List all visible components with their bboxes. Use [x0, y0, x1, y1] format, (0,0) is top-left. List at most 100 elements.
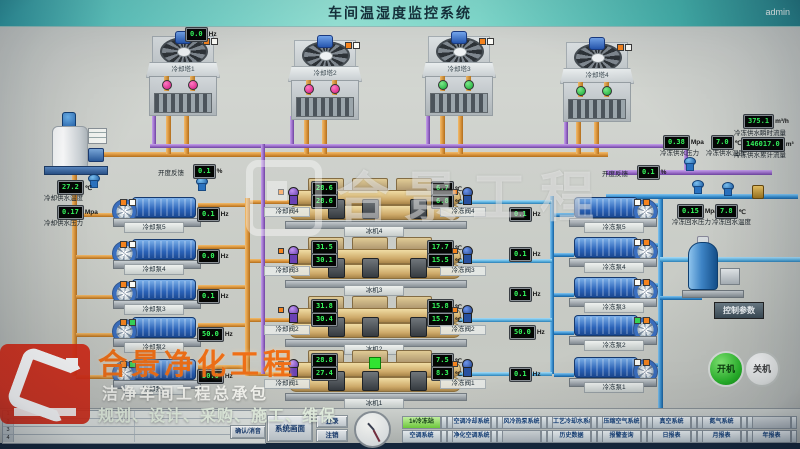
nav-chiller-station[interactable]: 1#冷冻站 — [402, 416, 441, 429]
decor: Mpa — [691, 139, 704, 146]
nav-nitrogen-system[interactable]: 氮气系统 — [702, 416, 741, 429]
pump-status-lights — [120, 319, 136, 326]
nav-indicator[interactable] — [791, 430, 797, 443]
tank-base — [682, 290, 744, 298]
control-params-button[interactable]: 控制参数 — [714, 302, 764, 319]
decor — [353, 42, 360, 49]
nav-daily-report[interactable]: 日报表 — [652, 430, 691, 443]
pump-motor — [574, 277, 638, 298]
nav-ac-cooling-system[interactable]: 空调冷却系统 — [452, 416, 491, 429]
pump-motor — [574, 315, 638, 336]
logged-in-user: admin — [765, 7, 790, 17]
nav-monthly-report[interactable]: 月报表 — [702, 430, 741, 443]
tower-valve-icon — [190, 76, 195, 91]
decor: 0.1 — [510, 368, 531, 381]
decor: m³ — [786, 141, 794, 148]
nav-vacuum-system[interactable]: 真空系统 — [652, 416, 691, 429]
cooling-tower-2[interactable]: 冷却塔2 — [288, 40, 360, 118]
decor — [643, 279, 650, 286]
chilled-valve-1[interactable] — [460, 359, 473, 376]
logout-button[interactable]: 注销 — [316, 429, 348, 442]
alarm-table[interactable]: 1 2 3 4 — [2, 410, 266, 444]
cooling-valve-2[interactable] — [286, 305, 299, 322]
stop-button[interactable]: 关机 — [744, 351, 780, 387]
cooling-tower-4[interactable]: 冷却塔4 — [560, 42, 632, 120]
nav-history-data[interactable]: 历史数据 — [552, 430, 591, 443]
pipe-segment — [658, 194, 663, 428]
decor: 15.8 — [428, 300, 453, 313]
nav-ac-system[interactable]: 空调系统 — [402, 430, 441, 443]
decor: 0.1 — [198, 290, 219, 303]
decor: ℃ — [735, 139, 742, 147]
cooling-valve-4[interactable] — [286, 187, 299, 204]
cooling-valve-2-label: 冷却阀2 — [264, 325, 310, 335]
alarm-row-number: 4 — [3, 435, 14, 442]
cooling-pump-4-frequency: 0.0Hz — [198, 250, 229, 263]
makeup-water-tank[interactable] — [44, 112, 108, 174]
decor — [591, 53, 605, 63]
decor: 31.8 — [312, 300, 337, 313]
decor — [14, 435, 135, 442]
nav-yearly-report[interactable]: 年报表 — [752, 430, 791, 443]
decor: Hz — [221, 211, 229, 218]
nav-indicator[interactable] — [791, 416, 797, 429]
nav-process-cooling-system[interactable]: 工艺冷却水系统 — [552, 416, 591, 429]
decor — [120, 361, 127, 368]
chiller-panel — [410, 317, 427, 337]
pipe-segment — [198, 203, 248, 207]
decor: % — [217, 168, 223, 175]
decor: Hz — [533, 291, 541, 298]
nav-alarm-query[interactable]: 报警查询 — [602, 430, 641, 443]
alarm-row[interactable]: 4 — [3, 435, 265, 442]
chiller-3-cw-in: 31.5 — [312, 241, 337, 254]
cooling-valve-3[interactable] — [286, 246, 299, 263]
tower-valve-icon — [466, 76, 471, 91]
alarm-row[interactable]: 1 — [3, 411, 265, 419]
decor: 50.0 — [198, 328, 223, 341]
chilled-pump-5-frequency: 0.1Hz — [510, 208, 541, 221]
fan-motor-icon — [451, 31, 467, 44]
start-button[interactable]: 开机 — [708, 351, 744, 387]
pump-status-lights — [634, 317, 650, 324]
decor: 6.7 — [432, 182, 453, 195]
decor — [643, 359, 650, 366]
pipe-segment — [426, 116, 430, 144]
nav-compressed-air-system[interactable]: 压缩空气系统 — [602, 416, 641, 429]
cooling-tower-1[interactable]: 冷却塔1 — [146, 36, 218, 114]
cooling-pump-5-label: 冷却泵5 — [124, 222, 184, 233]
pump-motor — [132, 197, 196, 218]
decor: 28.6 — [312, 182, 337, 195]
decor — [129, 319, 136, 326]
decor — [14, 419, 135, 426]
chilled-valve-2[interactable] — [460, 305, 473, 322]
alarm-row[interactable]: 3 — [3, 427, 265, 435]
decor — [120, 241, 127, 248]
decor: Hz — [537, 329, 545, 336]
decor: 0.1 — [510, 288, 531, 301]
decor — [643, 199, 650, 206]
chiller-1-cw-out: 27.4 — [312, 367, 337, 380]
expansion-tank[interactable] — [682, 234, 744, 298]
alarm-ack-button[interactable]: 确认/消音 — [230, 425, 266, 439]
decor: Hz — [225, 331, 233, 338]
tank-base — [44, 166, 108, 175]
tower-valve-icon — [440, 76, 445, 91]
system-screen-button[interactable]: 系统画面 — [267, 415, 313, 442]
chilled-valve-4[interactable] — [460, 187, 473, 204]
chilled-valve-3-label: 冷冻阀3 — [440, 266, 486, 276]
cooling-tower-3[interactable]: 冷却塔3 — [422, 36, 494, 114]
cooling-valve-3-label: 冷却阀3 — [264, 266, 310, 276]
alarm-row-number: 3 — [3, 427, 14, 434]
chiller-panel — [410, 258, 427, 278]
tower-body — [425, 76, 493, 116]
chilled-pump-3-frequency: 0.1Hz — [510, 288, 541, 301]
nav-heat-pump-system[interactable]: 风冷热泵系统 — [502, 416, 541, 429]
decor: ℃ — [85, 184, 92, 192]
cooling-valve-1[interactable] — [286, 359, 299, 376]
chilled-pump-4-frequency: 0.1Hz — [510, 248, 541, 261]
nav-clean-ac-system[interactable]: 净化空调系统 — [452, 430, 491, 443]
alarm-row[interactable]: 2 — [3, 419, 265, 427]
decor: 0.0 — [198, 250, 219, 263]
login-button[interactable]: 登录 — [316, 415, 348, 428]
chilled-valve-3[interactable] — [460, 246, 473, 263]
